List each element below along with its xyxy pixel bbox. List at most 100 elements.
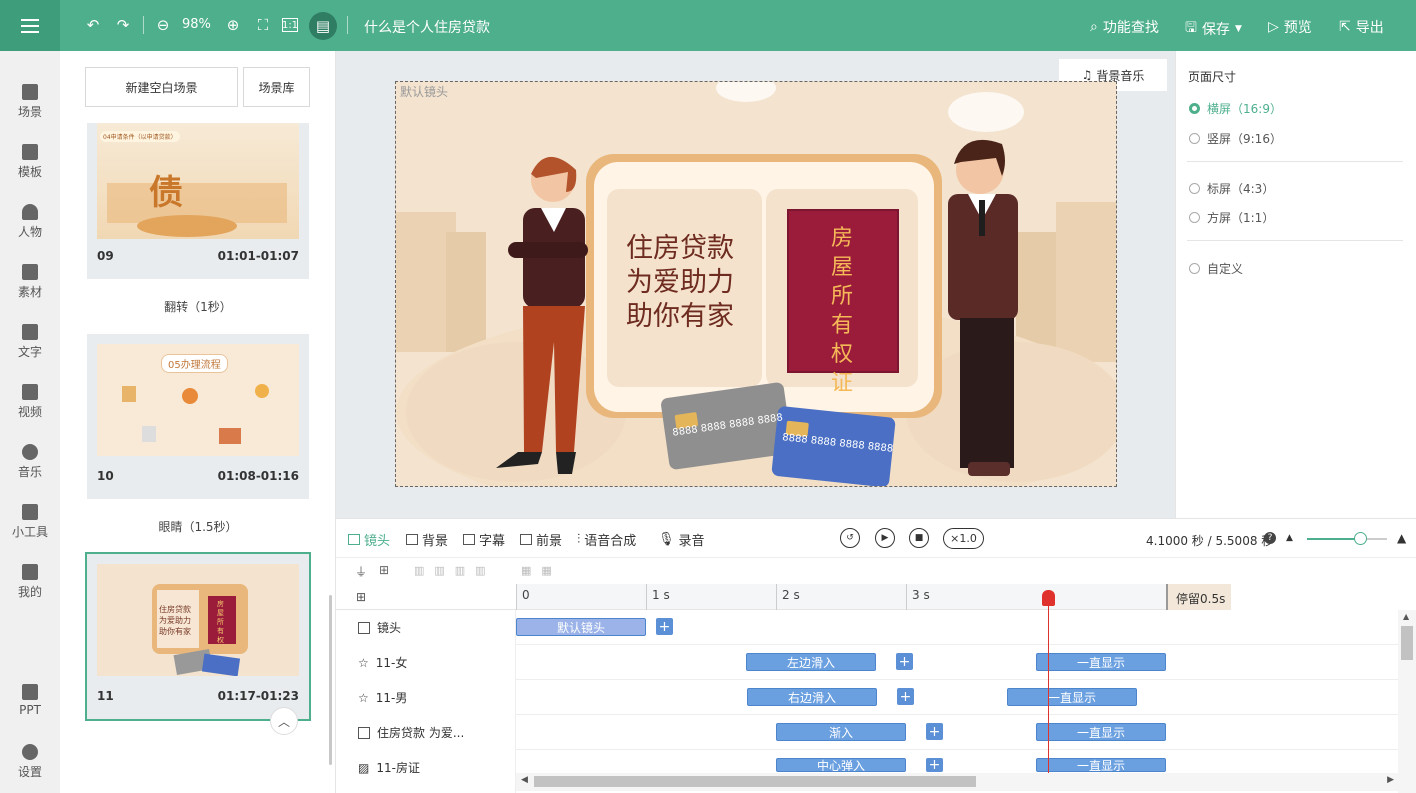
- clip-enter[interactable]: 中心弹入: [776, 758, 906, 772]
- radio-portrait[interactable]: 竖屏（9:16）: [1189, 130, 1282, 147]
- add-clip-button[interactable]: +: [656, 618, 673, 635]
- nav-ppt[interactable]: PPT: [0, 684, 60, 717]
- play-icon[interactable]: ▶: [875, 528, 895, 548]
- tab-camera[interactable]: 镜头: [348, 530, 390, 549]
- tab-label: 背景: [422, 534, 449, 549]
- clip-stay[interactable]: 一直显示: [1036, 653, 1166, 671]
- tab-record[interactable]: 🎙 录音: [658, 530, 705, 549]
- scene-card-selected[interactable]: 住房贷款为爱助力助你有家 房屋所有权 11 01:17-01:23: [85, 552, 311, 721]
- scene-card[interactable]: 05办理流程 10 01:08-01:16: [87, 334, 309, 499]
- scroll-thumb[interactable]: [1401, 626, 1413, 660]
- speed-button[interactable]: ×1.0: [943, 528, 984, 549]
- radio-standard[interactable]: 标屏（4:3）: [1189, 180, 1274, 197]
- scene-number: 10: [97, 469, 114, 483]
- clip-enter[interactable]: 左边滑入: [746, 653, 876, 671]
- tab-background[interactable]: 背景: [406, 530, 448, 549]
- save-button[interactable]: 🖫 保存 ▼: [1185, 17, 1242, 41]
- menu-button[interactable]: [0, 0, 60, 51]
- deed-char: 有: [830, 313, 853, 338]
- nav-material[interactable]: 素材: [0, 264, 60, 300]
- stage-canvas[interactable]: 默认镜头 住房贷款 为爱助力 助你有家 房 屋 所 有 权 证 8888 888…: [395, 81, 1117, 487]
- undo-icon[interactable]: ↶: [82, 14, 104, 36]
- nav-character[interactable]: 人物: [0, 204, 60, 240]
- filter-icon[interactable]: ⏚: [355, 563, 367, 580]
- track-camera[interactable]: 镜头: [358, 619, 401, 636]
- nav-scene[interactable]: 场景: [0, 84, 60, 120]
- help-icon[interactable]: ?: [1264, 532, 1276, 544]
- nav-music[interactable]: 音乐: [0, 444, 60, 480]
- document-title[interactable]: 什么是个人住房贷款: [364, 17, 490, 37]
- nav-tools[interactable]: 小工具: [0, 504, 60, 540]
- vertical-scrollbar[interactable]: ▲: [1398, 610, 1416, 793]
- thumb-book-text: 住房贷款为爱助力助你有家: [157, 590, 199, 648]
- preview-label: 预览: [1283, 20, 1312, 36]
- replay-icon[interactable]: ↺: [840, 528, 860, 548]
- scroll-left-icon[interactable]: ◀: [521, 775, 528, 785]
- scene-panel-scrollbar[interactable]: [329, 595, 332, 765]
- pause-marker[interactable]: 停留0.5s: [1166, 584, 1231, 610]
- nav-text[interactable]: 文字: [0, 324, 60, 360]
- group-icon[interactable]: ⊞: [379, 563, 389, 577]
- horizontal-scrollbar[interactable]: ◀ ▶: [516, 773, 1398, 791]
- add-clip-button[interactable]: +: [896, 653, 913, 670]
- track-woman[interactable]: ☆ 11-女: [358, 654, 407, 671]
- fullscreen-icon[interactable]: ⛶: [252, 14, 274, 36]
- scroll-up-icon[interactable]: ▲: [1403, 612, 1409, 621]
- preview-button[interactable]: ▷ 预览: [1268, 17, 1312, 37]
- nav-settings[interactable]: 设置: [0, 744, 60, 780]
- find-feature-button[interactable]: ⌕ 功能查找: [1090, 17, 1159, 37]
- transition-label[interactable]: 眼睛（1.5秒）: [87, 518, 309, 535]
- redo-icon[interactable]: ↷: [112, 14, 134, 36]
- clip-stay[interactable]: 一直显示: [1036, 758, 1166, 772]
- new-blank-scene-button[interactable]: 新建空白场景: [85, 67, 238, 107]
- playhead-handle[interactable]: [1042, 590, 1055, 606]
- clip-stay[interactable]: 一直显示: [1007, 688, 1137, 706]
- tab-foreground[interactable]: 前景: [520, 530, 562, 549]
- track-text[interactable]: 住房贷款 为爱...: [358, 724, 464, 741]
- radio-landscape[interactable]: 横屏（16:9）: [1189, 100, 1282, 117]
- add-clip-button[interactable]: +: [926, 758, 943, 772]
- zoom-large-icon[interactable]: ▲: [1397, 531, 1406, 545]
- radio-label: 标屏（4:3）: [1207, 182, 1275, 196]
- scroll-right-icon[interactable]: ▶: [1387, 775, 1394, 785]
- transition-label[interactable]: 翻转（1秒）: [87, 298, 309, 315]
- actual-size-icon[interactable]: 1:1: [282, 18, 298, 32]
- subtitle-icon[interactable]: ▤: [309, 12, 337, 40]
- track-name: 镜头: [377, 621, 402, 635]
- zoom-small-icon[interactable]: ▲: [1286, 533, 1293, 543]
- clip-enter[interactable]: 右边滑入: [747, 688, 877, 706]
- zoom-in-icon[interactable]: ⊕: [222, 14, 244, 36]
- nav-mine[interactable]: 我的: [0, 564, 60, 600]
- nav-label: 人物: [17, 225, 42, 239]
- collapse-up-icon[interactable]: ︿: [270, 707, 298, 735]
- timeline-zoom-slider[interactable]: [1307, 538, 1387, 540]
- track-man[interactable]: ☆ 11-男: [358, 689, 407, 706]
- zoom-out-icon[interactable]: ⊖: [152, 14, 174, 36]
- background-icon: [406, 534, 418, 545]
- radio-custom[interactable]: 自定义: [1189, 260, 1243, 277]
- scene-card[interactable]: 04申请条件（以申请贷款） 债 09 01:01-01:07: [87, 123, 309, 279]
- tab-tts[interactable]: ⫶ 语音合成: [577, 530, 636, 549]
- time-ruler[interactable]: 0 1 s 2 s 3 s 停留0.5s: [516, 584, 1416, 610]
- nav-label: 文字: [17, 345, 42, 359]
- nav-template[interactable]: 模板: [0, 144, 60, 180]
- export-button[interactable]: ⇱ 导出: [1339, 17, 1384, 37]
- clip-enter[interactable]: 渐入: [776, 723, 906, 741]
- stop-icon[interactable]: ■: [909, 528, 929, 548]
- slider-handle[interactable]: [1354, 532, 1367, 545]
- add-clip-button[interactable]: +: [897, 688, 914, 705]
- radio-square[interactable]: 方屏（1:1）: [1189, 209, 1274, 226]
- tab-subtitle[interactable]: 字幕: [463, 530, 505, 549]
- nav-video[interactable]: 视频: [0, 384, 60, 420]
- scene-library-button[interactable]: 场景库: [243, 67, 310, 107]
- clip-camera[interactable]: 默认镜头: [516, 618, 646, 636]
- playhead-line[interactable]: [1048, 594, 1049, 777]
- scroll-thumb[interactable]: [534, 776, 976, 787]
- search-icon: ⌕: [1090, 19, 1098, 35]
- image-icon: ▨: [358, 760, 370, 775]
- export-icon: ⇱: [1339, 19, 1351, 35]
- add-clip-button[interactable]: +: [926, 723, 943, 740]
- clip-stay[interactable]: 一直显示: [1036, 723, 1166, 741]
- music-icon: [22, 444, 38, 460]
- track-deed[interactable]: ▨ 11-房证: [358, 759, 420, 776]
